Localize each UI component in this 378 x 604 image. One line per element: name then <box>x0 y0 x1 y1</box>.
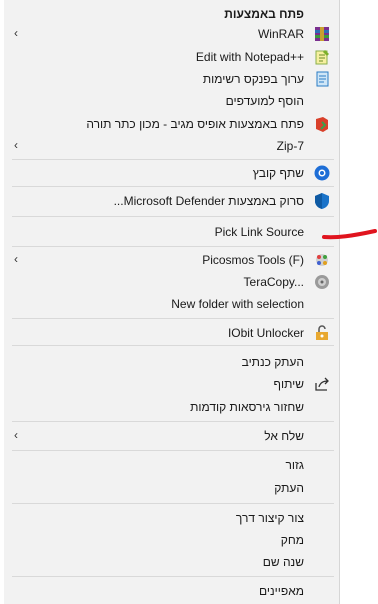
notepadpp-icon <box>315 50 329 65</box>
menu-item-open-with[interactable]: פתח באמצעות <box>4 3 339 25</box>
separator <box>12 186 334 187</box>
cut-label: גזור <box>285 458 304 472</box>
edit-notepadpp-label: Edit with Notepad++ <box>195 50 304 64</box>
menu-item-share-file[interactable]: שתף קובץ <box>4 162 339 184</box>
menu-item-pick-link-source[interactable]: Pick Link Source <box>4 221 339 243</box>
separator <box>12 450 334 451</box>
add-favorites-label: הוסף למועדפים <box>225 94 304 108</box>
edit-notepad-label: ערוך בפנקס רשימות <box>202 72 304 86</box>
menu-item-7zip[interactable]: ‹ Zip-7 <box>4 135 339 157</box>
delete-label: מחק <box>280 533 304 547</box>
menu-item-new-folder-selection[interactable]: New folder with selection <box>4 293 339 315</box>
pick-link-source-label: Pick Link Source <box>214 225 304 239</box>
menu-item-open-office[interactable]: פתח באמצעות אופיס מגיב - מכון כתר תורה <box>4 113 339 135</box>
menu-item-send-to[interactable]: ‹ שלח אל <box>4 425 339 447</box>
share-label: שיתוף <box>273 377 304 391</box>
winrar-label: WinRAR <box>257 27 304 41</box>
send-to-label: שלח אל <box>264 429 304 443</box>
open-office-label: פתח באמצעות אופיס מגיב - מכון כתר תורה <box>86 117 304 131</box>
separator <box>12 159 334 160</box>
chevron-left-icon: ‹ <box>14 252 18 266</box>
separator <box>12 318 334 319</box>
notepad-icon <box>316 71 329 87</box>
open-with-label: פתח באמצעות <box>224 7 304 21</box>
create-shortcut-label: צור קיצור דרך <box>235 511 304 525</box>
picosmos-label: Picosmos Tools (F) <box>202 253 304 267</box>
rename-label: שנה שם <box>262 555 304 569</box>
red-annotation-mark <box>322 229 377 240</box>
picosmos-icon <box>316 254 328 266</box>
background-area <box>340 0 378 604</box>
defender-label: סרוק באמצעות Microsoft Defender... <box>113 194 304 208</box>
menu-item-restore-versions[interactable]: שחזור גירסאות קודמות <box>4 396 339 418</box>
restore-versions-label: שחזור גירסאות קודמות <box>190 400 304 414</box>
new-folder-label: New folder with selection <box>171 297 304 311</box>
chevron-left-icon: ‹ <box>14 26 18 40</box>
teracopy-icon <box>315 275 329 289</box>
chevron-left-icon: ‹ <box>14 428 18 442</box>
menu-item-edit-notepad[interactable]: ערוך בפנקס רשימות <box>4 68 339 90</box>
menu-item-add-favorites[interactable]: הוסף למועדפים <box>4 90 339 112</box>
menu-item-teracopy[interactable]: TeraCopy... <box>4 271 339 293</box>
menu-item-share[interactable]: שיתוף <box>4 373 339 395</box>
share-arrow-icon <box>315 377 329 391</box>
menu-item-copy-as-path[interactable]: העתק כנתיב <box>4 351 339 373</box>
lock-icon <box>316 325 328 340</box>
separator <box>12 345 334 346</box>
separator <box>12 576 334 577</box>
chevron-left-icon: ‹ <box>14 138 18 152</box>
menu-item-winrar[interactable]: ‹ WinRAR <box>4 23 339 45</box>
shield-icon <box>315 193 329 209</box>
menu-item-properties[interactable]: מאפיינים <box>4 580 339 602</box>
teracopy-label: TeraCopy... <box>243 275 304 289</box>
context-menu: פתח באמצעות ‹ WinRAR Edit with Notepad++… <box>4 0 340 604</box>
menu-item-create-shortcut[interactable]: צור קיצור דרך <box>4 507 339 529</box>
menu-item-edit-notepadpp[interactable]: Edit with Notepad++ <box>4 46 339 68</box>
menu-item-defender-scan[interactable]: סרוק באמצעות Microsoft Defender... <box>4 190 339 212</box>
separator <box>12 246 334 247</box>
menu-item-iobit-unlocker[interactable]: IObit Unlocker <box>4 322 339 344</box>
7zip-label: Zip-7 <box>276 139 304 153</box>
copy-as-path-label: העתק כנתיב <box>241 355 304 369</box>
separator <box>12 216 334 217</box>
iobit-label: IObit Unlocker <box>227 326 304 340</box>
share-circle-icon <box>314 165 330 181</box>
share-file-label: שתף קובץ <box>252 166 304 180</box>
copy-label: העתק <box>274 481 304 495</box>
menu-item-copy[interactable]: העתק <box>4 477 339 499</box>
office-icon <box>316 117 328 132</box>
properties-label: מאפיינים <box>258 584 304 598</box>
menu-item-picosmos[interactable]: ‹ Picosmos Tools (F) <box>4 249 339 271</box>
separator <box>12 421 334 422</box>
menu-item-cut[interactable]: גזור <box>4 454 339 476</box>
separator <box>12 503 334 504</box>
menu-item-delete[interactable]: מחק <box>4 529 339 551</box>
winrar-icon <box>315 27 329 41</box>
menu-item-rename[interactable]: שנה שם <box>4 551 339 573</box>
